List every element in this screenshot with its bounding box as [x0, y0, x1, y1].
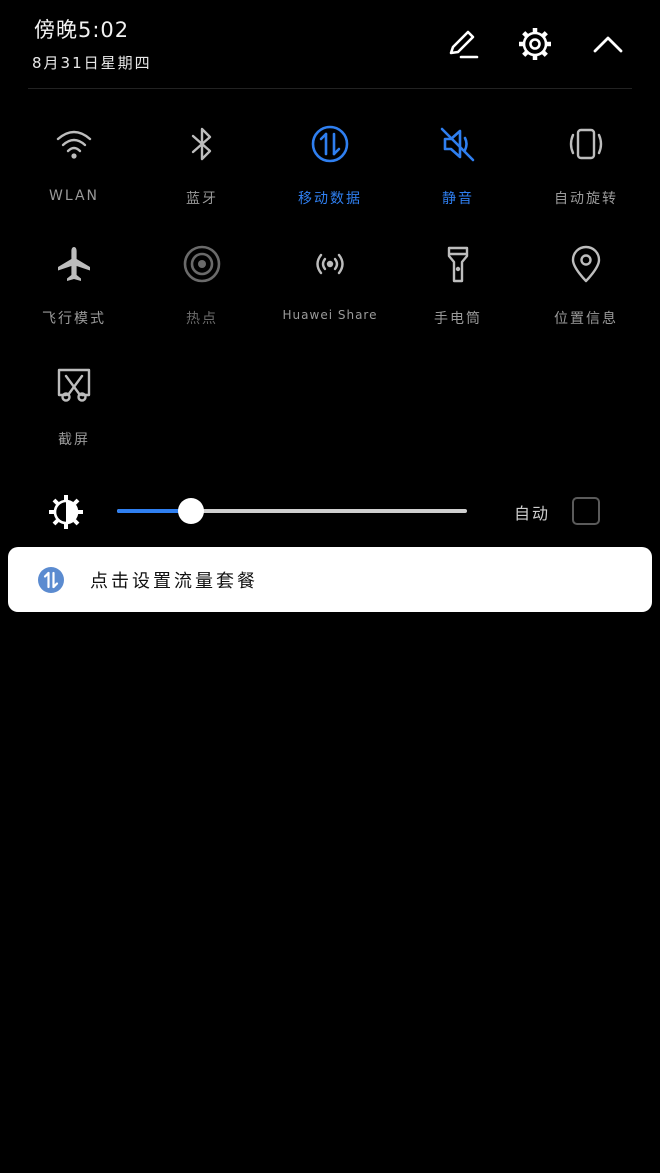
tile-label: WLAN — [48, 188, 99, 204]
airplane-icon — [54, 244, 94, 284]
tile-huawei-share[interactable]: Huawei Share — [266, 224, 394, 324]
collapse-panel-button[interactable] — [588, 24, 628, 64]
flashlight-icon — [438, 244, 478, 284]
tile-label: 热点 — [186, 311, 218, 327]
brightness-slider-thumb[interactable] — [177, 498, 204, 524]
huawei-share-icon — [310, 244, 350, 284]
tile-bluetooth[interactable]: 蓝牙 — [138, 104, 266, 207]
tile-label: 手电筒 — [434, 311, 482, 327]
tile-label: 位置信息 — [554, 311, 618, 327]
mobile-data-icon — [38, 567, 64, 593]
tile-screenshot[interactable]: 截屏 — [10, 345, 138, 448]
tile-location[interactable]: 位置信息 — [522, 224, 650, 327]
tile-label: 自动旋转 — [554, 191, 618, 207]
clock-date: 8月31日星期四 — [32, 54, 152, 72]
chevron-up-icon — [593, 36, 623, 53]
rotate-icon — [566, 124, 606, 164]
mute-icon — [438, 124, 478, 164]
brightness-slider[interactable] — [117, 509, 467, 513]
auto-brightness-label: 自动 — [514, 504, 551, 523]
tile-mute[interactable]: 静音 — [394, 104, 522, 207]
tile-label: Huawei Share — [282, 308, 378, 322]
tile-airplane[interactable]: 飞行模式 — [10, 224, 138, 327]
status-header: 傍晚5:02 8月31日星期四 — [0, 0, 660, 88]
tile-label: 移动数据 — [298, 191, 362, 207]
tile-label: 蓝牙 — [186, 191, 218, 207]
tile-flashlight[interactable]: 手电筒 — [394, 224, 522, 327]
clock-time: 傍晚5:02 — [34, 18, 130, 42]
tile-wlan[interactable]: WLAN — [10, 104, 138, 204]
edit-tiles-button[interactable] — [442, 24, 482, 64]
wifi-icon — [54, 124, 94, 164]
notification-text: 点击设置流量套餐 — [90, 571, 258, 592]
tile-label: 截屏 — [58, 432, 90, 448]
pencil-icon — [449, 30, 479, 59]
brightness-icon — [46, 492, 86, 532]
hotspot-icon — [182, 244, 222, 284]
auto-brightness-checkbox[interactable] — [572, 497, 600, 525]
settings-button[interactable] — [515, 24, 555, 64]
bluetooth-icon — [182, 124, 222, 164]
brightness-row: 自动 — [0, 486, 660, 536]
tile-label: 飞行模式 — [42, 311, 106, 327]
location-icon — [566, 244, 606, 284]
header-divider — [28, 88, 632, 89]
tile-mobile-data[interactable]: 移动数据 — [266, 104, 394, 207]
tile-label: 静音 — [442, 191, 474, 207]
screenshot-icon — [54, 365, 94, 405]
gear-icon — [519, 28, 551, 60]
data-plan-notification[interactable]: 点击设置流量套餐 — [8, 547, 652, 612]
mobile-data-icon — [310, 124, 350, 164]
tile-hotspot[interactable]: 热点 — [138, 224, 266, 327]
tile-auto-rotate[interactable]: 自动旋转 — [522, 104, 650, 207]
